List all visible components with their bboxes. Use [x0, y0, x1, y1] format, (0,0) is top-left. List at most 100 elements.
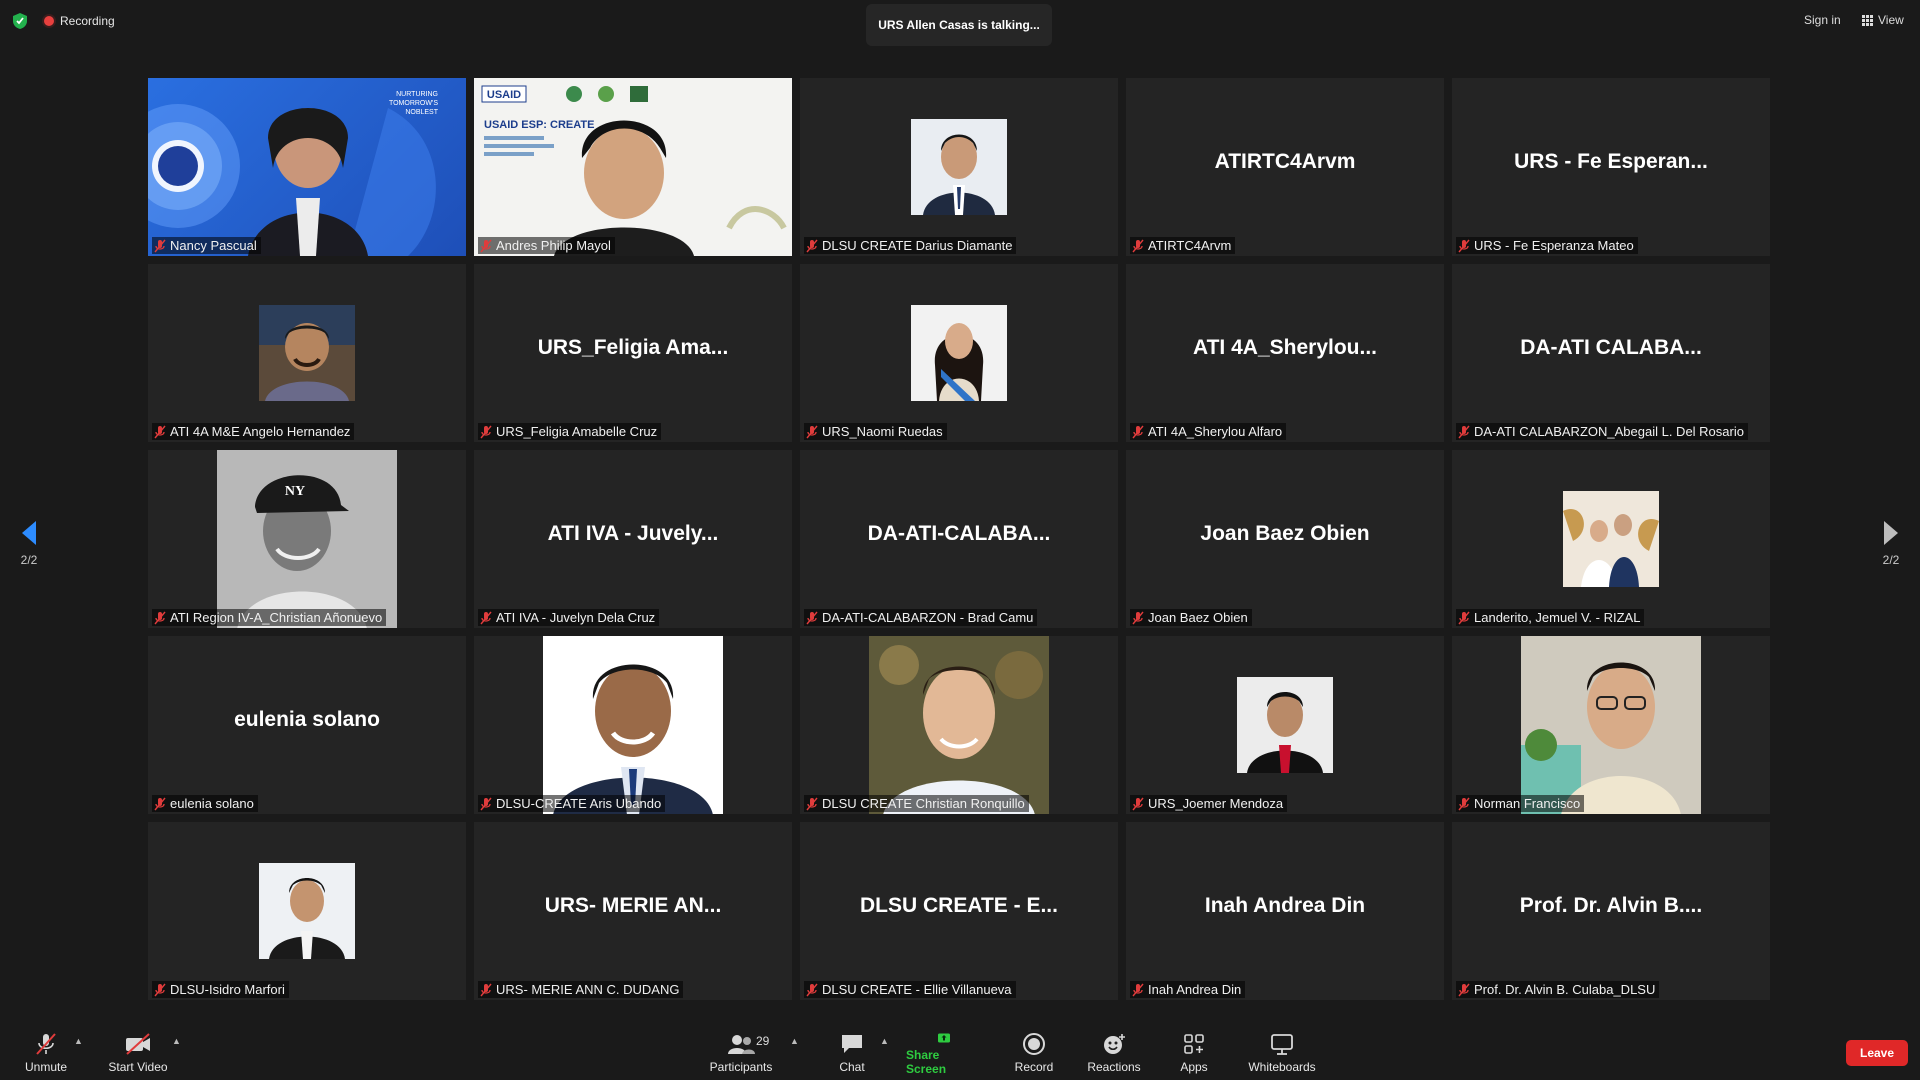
view-button[interactable]: View: [1856, 10, 1910, 30]
recording-indicator[interactable]: Recording: [44, 12, 115, 30]
participant-avatar: [1563, 491, 1659, 587]
video-gallery: NURTURING TOMORROW'S NOBLEST Nancy Pascu…: [148, 78, 1772, 1002]
participant-tile[interactable]: URS_Feligia Ama... URS_Feligia Amabelle …: [474, 264, 792, 442]
participant-label: Inah Andrea Din: [1130, 981, 1246, 998]
participant-tile[interactable]: URS_Naomi Ruedas: [800, 264, 1118, 442]
muted-mic-icon: [1458, 425, 1470, 438]
participant-tile[interactable]: NURTURING TOMORROW'S NOBLEST Nancy Pascu…: [148, 78, 466, 256]
meeting-toolbar: Unmute ▲ Start Video ▲ Participants 29 ▲…: [0, 1020, 1920, 1080]
participant-label: URS_Naomi Ruedas: [804, 423, 947, 440]
participant-label: ATI Region IV-A_Christian Añonuevo: [152, 609, 387, 626]
recording-label: Recording: [60, 14, 115, 28]
participant-tile[interactable]: NY ATI Region IV-A_Christian Añonuevo: [148, 450, 466, 628]
record-icon: [1023, 1033, 1045, 1055]
participant-display-name: Joan Baez Obien: [1200, 522, 1370, 545]
svg-text:NURTURING: NURTURING: [396, 91, 438, 98]
participant-tile[interactable]: DA-ATI-CALABA... DA-ATI-CALABARZON - Bra…: [800, 450, 1118, 628]
participant-tile[interactable]: DLSU-CREATE Aris Ubando: [474, 636, 792, 814]
participant-tile[interactable]: USAID USAID ESP: CREATE Andres Philip Ma…: [474, 78, 792, 256]
participant-display-name: Inah Andrea Din: [1204, 894, 1366, 917]
participant-tile[interactable]: Joan Baez Obien Joan Baez Obien: [1126, 450, 1444, 628]
leave-button[interactable]: Leave: [1846, 1040, 1908, 1066]
participant-label: Norman Francisco: [1456, 795, 1585, 812]
participant-tile[interactable]: Norman Francisco: [1452, 636, 1770, 814]
video-options-caret-icon[interactable]: ▲: [172, 1036, 181, 1046]
arrow-left-icon: [22, 521, 36, 545]
participant-tile[interactable]: URS- MERIE AN... URS- MERIE ANN C. DUDAN…: [474, 822, 792, 1000]
muted-mic-icon: [806, 983, 818, 996]
apps-button[interactable]: Apps: [1172, 1032, 1216, 1076]
participant-label: DLSU CREATE Christian Ronquillo: [804, 795, 1029, 812]
participant-tile[interactable]: Inah Andrea Din Inah Andrea Din: [1126, 822, 1444, 1000]
whiteboards-button[interactable]: Whiteboards: [1246, 1032, 1318, 1076]
participant-display-name: ATIRTC4Arvm: [1214, 150, 1356, 173]
muted-mic-icon: [1458, 983, 1470, 996]
participant-tile[interactable]: ATI 4A M&E Angelo Hernandez: [148, 264, 466, 442]
chat-options-caret-icon[interactable]: ▲: [880, 1036, 889, 1046]
participant-tile[interactable]: DLSU CREATE Darius Diamante: [800, 78, 1118, 256]
participant-tile[interactable]: ATIRTC4Arvm ATIRTC4Arvm: [1126, 78, 1444, 256]
muted-mic-icon: [806, 239, 818, 252]
next-page-button[interactable]: 2/2: [1871, 508, 1911, 578]
muted-mic-icon: [806, 797, 818, 810]
talking-indicator: URS Allen Casas is talking...: [866, 4, 1052, 46]
record-button[interactable]: Record: [1012, 1032, 1056, 1076]
previous-page-button[interactable]: 2/2: [9, 508, 49, 578]
svg-text:NOBLEST: NOBLEST: [405, 109, 438, 116]
whiteboard-icon: [1271, 1034, 1293, 1055]
muted-mic-icon: [154, 239, 166, 252]
share-screen-icon: [938, 1033, 950, 1043]
muted-mic-icon: [1132, 425, 1144, 438]
participant-avatar: NY: [217, 450, 397, 628]
participant-avatar: [259, 305, 355, 401]
participant-avatar: [911, 119, 1007, 215]
unmute-button[interactable]: Unmute: [22, 1032, 70, 1076]
page-indicator-right: 2/2: [1882, 553, 1900, 567]
muted-mic-icon: [480, 797, 492, 810]
view-label: View: [1878, 13, 1904, 27]
participants-options-caret-icon[interactable]: ▲: [790, 1036, 799, 1046]
sign-in-button[interactable]: Sign in: [1796, 10, 1849, 30]
audio-options-caret-icon[interactable]: ▲: [74, 1036, 83, 1046]
participant-display-name: URS - Fe Esperan...: [1514, 150, 1708, 173]
participant-display-name: ATI IVA - Juvely...: [547, 522, 719, 545]
participant-display-name: DA-ATI CALABA...: [1520, 336, 1702, 359]
participant-tile[interactable]: DLSU CREATE - E... DLSU CREATE - Ellie V…: [800, 822, 1118, 1000]
muted-microphone-icon: [36, 1033, 56, 1055]
page-indicator-left: 2/2: [20, 553, 38, 567]
participant-tile[interactable]: DLSU CREATE Christian Ronquillo: [800, 636, 1118, 814]
muted-mic-icon: [1458, 611, 1470, 624]
participant-tile[interactable]: Landerito, Jemuel V. - RIZAL: [1452, 450, 1770, 628]
participant-tile[interactable]: DLSU-Isidro Marfori: [148, 822, 466, 1000]
participant-label: DLSU-CREATE Aris Ubando: [478, 795, 666, 812]
apps-icon: [1184, 1034, 1204, 1054]
smiley-reaction-icon: [1104, 1034, 1125, 1054]
reactions-button[interactable]: Reactions: [1086, 1032, 1142, 1076]
top-bar: Recording URS Allen Casas is talking... …: [0, 0, 1920, 50]
share-screen-button[interactable]: Share Screen: [906, 1032, 982, 1076]
participant-label: URS_Joemer Mendoza: [1130, 795, 1288, 812]
muted-mic-icon: [1132, 797, 1144, 810]
participant-tile[interactable]: ATI 4A_Sherylou... ATI 4A_Sherylou Alfar…: [1126, 264, 1444, 442]
svg-text:NY: NY: [285, 484, 305, 499]
participant-tile[interactable]: URS - Fe Esperan... URS - Fe Esperanza M…: [1452, 78, 1770, 256]
participant-avatar: [869, 636, 1049, 814]
start-video-button[interactable]: Start Video: [106, 1032, 170, 1076]
recording-dot-icon: [44, 16, 54, 26]
participant-tile[interactable]: DA-ATI CALABA... DA-ATI CALABARZON_Abega…: [1452, 264, 1770, 442]
participant-label: ATIRTC4Arvm: [1130, 237, 1236, 254]
participant-video: USAID USAID ESP: CREATE: [474, 78, 792, 256]
participant-tile[interactable]: URS_Joemer Mendoza: [1126, 636, 1444, 814]
participant-tile[interactable]: ATI IVA - Juvely... ATI IVA - Juvelyn De…: [474, 450, 792, 628]
participant-label: ATI 4A M&E Angelo Hernandez: [152, 423, 355, 440]
muted-mic-icon: [1458, 797, 1470, 810]
chat-button[interactable]: Chat: [830, 1032, 874, 1076]
participant-label: DLSU CREATE Darius Diamante: [804, 237, 1017, 254]
participant-tile[interactable]: eulenia solano eulenia solano: [148, 636, 466, 814]
participant-tile[interactable]: Prof. Dr. Alvin B.... Prof. Dr. Alvin B.…: [1452, 822, 1770, 1000]
muted-mic-icon: [480, 239, 492, 252]
participant-label: ATI IVA - Juvelyn Dela Cruz: [478, 609, 660, 626]
security-shield-icon[interactable]: [12, 12, 28, 30]
muted-mic-icon: [154, 611, 166, 624]
muted-mic-icon: [806, 611, 818, 624]
